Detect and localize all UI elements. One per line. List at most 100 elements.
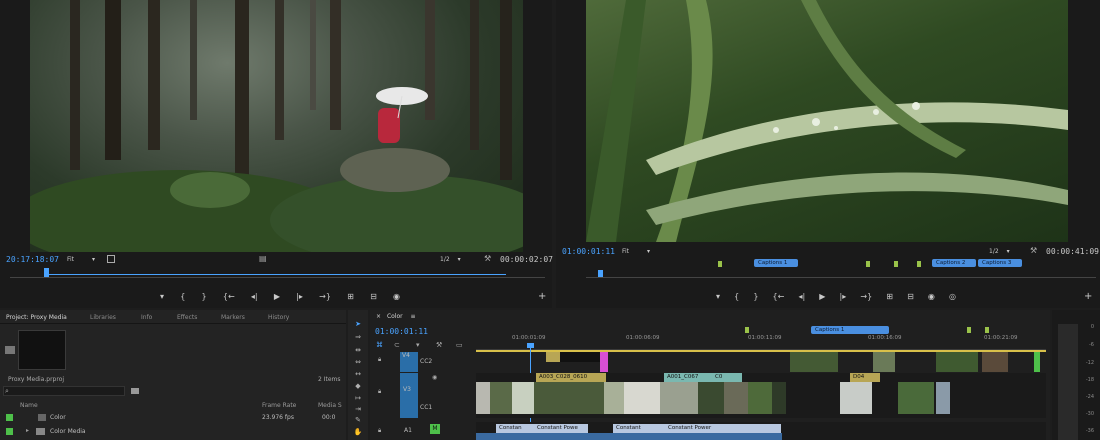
- timeline-timecode[interactable]: 01:00:01:11: [375, 327, 428, 336]
- list-item[interactable]: ▸ Color Media: [0, 426, 346, 437]
- sequence-marker[interactable]: [866, 261, 870, 267]
- mark-out-icon[interactable]: }: [202, 292, 207, 301]
- mute-button[interactable]: M: [430, 424, 440, 434]
- tab-markers[interactable]: Markers: [221, 314, 245, 321]
- captions-icon[interactable]: ▭: [456, 341, 463, 349]
- extract-icon[interactable]: ⊟: [907, 292, 914, 301]
- source-video-frame[interactable]: [30, 0, 523, 252]
- slip-tool-icon[interactable]: ↦: [352, 394, 364, 404]
- program-video-frame[interactable]: [586, 0, 1068, 242]
- mark-in-icon[interactable]: {: [734, 292, 739, 301]
- tab-history[interactable]: History: [268, 314, 289, 321]
- new-bin-icon[interactable]: [131, 388, 139, 394]
- settings-icon[interactable]: ▤: [259, 254, 267, 263]
- hand-tool-icon[interactable]: ✋: [352, 428, 364, 438]
- audio-transition[interactable]: Constant Power: [665, 424, 781, 433]
- program-resolution-dropdown[interactable]: 1/2 ▾: [989, 248, 1010, 255]
- v3-clip-thumbnails[interactable]: [476, 382, 786, 414]
- lift-icon[interactable]: ⊞: [886, 292, 893, 301]
- step-forward-icon[interactable]: |▸: [840, 292, 847, 301]
- list-item[interactable]: Color 23.976 fps 00:0: [0, 412, 346, 423]
- button-editor-plus-icon[interactable]: +: [1084, 291, 1092, 302]
- comparison-view-icon[interactable]: ◎: [949, 292, 956, 301]
- v4-clip-pink[interactable]: [600, 352, 608, 372]
- tab-info[interactable]: Info: [141, 314, 152, 321]
- sequence-marker[interactable]: [967, 327, 971, 333]
- chevron-right-icon[interactable]: ▸: [26, 427, 29, 434]
- export-frame-icon[interactable]: ◉: [928, 292, 935, 301]
- v4-clip-c[interactable]: [790, 352, 838, 372]
- playhead-handle[interactable]: [527, 343, 534, 348]
- v4-clip-a[interactable]: [546, 352, 560, 362]
- audio-transition[interactable]: Constant Powe: [534, 424, 588, 433]
- sequence-marker[interactable]: [718, 261, 722, 267]
- mark-in-icon[interactable]: {: [180, 292, 185, 301]
- audio-clip[interactable]: [476, 433, 782, 440]
- pen-tool-icon[interactable]: ✎: [352, 416, 364, 426]
- slide-tool-icon[interactable]: ⇥: [352, 405, 364, 415]
- add-marker-icon[interactable]: ▾: [160, 292, 164, 301]
- add-marker-icon[interactable]: ▾: [716, 292, 720, 301]
- button-editor-plus-icon[interactable]: +: [538, 291, 546, 302]
- source-scrub-bar[interactable]: [10, 268, 545, 278]
- project-search-input[interactable]: ⌕: [3, 386, 125, 396]
- insert-icon[interactable]: ⊞: [347, 292, 354, 301]
- step-back-icon[interactable]: ◂|: [798, 292, 805, 301]
- label-color-swatch[interactable]: [6, 414, 13, 421]
- snap-icon[interactable]: ⌘: [376, 341, 383, 349]
- caption-clip-1[interactable]: Captions 1: [754, 259, 798, 267]
- program-playhead[interactable]: [598, 270, 603, 277]
- razor-tool-icon[interactable]: ◆: [352, 382, 364, 392]
- program-fit-dropdown[interactable]: Fit ▾: [622, 248, 650, 255]
- v4-clip-b[interactable]: [560, 352, 600, 362]
- label-color-swatch[interactable]: [6, 428, 13, 435]
- step-forward-icon[interactable]: |▸: [296, 292, 303, 301]
- mark-out-icon[interactable]: }: [753, 292, 758, 301]
- audio-transition[interactable]: Constan: [496, 424, 534, 433]
- source-playhead[interactable]: [44, 268, 49, 277]
- add-marker-icon[interactable]: ▾: [416, 341, 420, 349]
- go-to-in-icon[interactable]: {←: [223, 292, 235, 301]
- panel-menu-icon[interactable]: ≡: [411, 313, 416, 320]
- column-frame-rate[interactable]: Frame Rate: [262, 402, 296, 409]
- lock-icon[interactable]: 🔒︎: [378, 356, 381, 364]
- tab-libraries[interactable]: Libraries: [90, 314, 116, 321]
- export-frame-icon[interactable]: [107, 255, 115, 263]
- v3-clip-thumb-right-a[interactable]: [840, 382, 872, 414]
- tab-effects[interactable]: Effects: [177, 314, 197, 321]
- play-icon[interactable]: ▶: [274, 292, 280, 301]
- source-resolution-dropdown[interactable]: 1/2 ▾: [440, 256, 461, 263]
- wrench-icon[interactable]: ⚒: [1030, 246, 1037, 255]
- tab-project[interactable]: Project: Proxy Media: [6, 314, 67, 321]
- linked-selection-icon[interactable]: ⊂: [394, 341, 400, 349]
- v4-clip-e[interactable]: [936, 352, 978, 372]
- track-select-tool-icon[interactable]: ⇒: [352, 333, 364, 343]
- v3-clip-label[interactable]: A003_C028_0610: [536, 373, 606, 382]
- sequence-marker[interactable]: [745, 327, 749, 333]
- export-frame-icon[interactable]: ◉: [393, 292, 400, 301]
- lock-icon[interactable]: 🔒︎: [378, 427, 381, 435]
- source-fit-dropdown[interactable]: Fit ▾: [67, 256, 95, 263]
- sequence-marker[interactable]: [985, 327, 989, 333]
- v3-clip-label[interactable]: A001_C067: [664, 373, 712, 382]
- caption-clip-timeline[interactable]: Captions 1: [811, 326, 889, 334]
- rolling-edit-tool-icon[interactable]: ⇔: [352, 358, 364, 368]
- rate-stretch-tool-icon[interactable]: ↔: [352, 370, 364, 380]
- sequence-tab[interactable]: × Color ≡: [376, 313, 416, 320]
- ripple-edit-tool-icon[interactable]: ⇹: [352, 346, 364, 356]
- v3-clip-thumb-right-b[interactable]: [898, 382, 934, 414]
- lock-icon[interactable]: 🔒︎: [378, 388, 381, 396]
- selection-tool-icon[interactable]: ➤: [352, 320, 364, 330]
- column-media-start[interactable]: Media S: [318, 402, 342, 409]
- caption-clip-2[interactable]: Captions 2: [932, 259, 976, 267]
- wrench-icon[interactable]: ⚒: [484, 254, 491, 263]
- overwrite-icon[interactable]: ⊟: [370, 292, 377, 301]
- project-thumbnail[interactable]: [18, 330, 66, 370]
- source-timecode[interactable]: 20:17:18:07: [6, 255, 59, 264]
- time-ruler[interactable]: 01:00:01:09 01:00:06:09 01:00:11:09 01:0…: [476, 332, 1046, 350]
- go-to-out-icon[interactable]: →}: [319, 292, 331, 301]
- audio-transition[interactable]: Constant: [613, 424, 665, 433]
- timeline-settings-icon[interactable]: ⚒: [436, 341, 442, 349]
- column-name[interactable]: Name: [20, 402, 38, 409]
- go-to-in-icon[interactable]: {←: [773, 292, 785, 301]
